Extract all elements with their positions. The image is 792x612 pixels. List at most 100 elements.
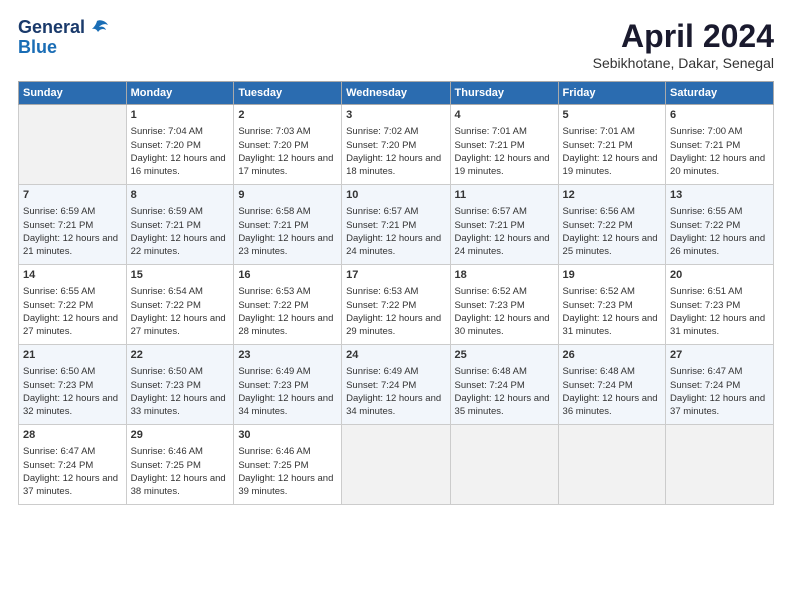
- day-info: Sunrise: 7:04 AMSunset: 7:20 PMDaylight:…: [131, 126, 226, 177]
- day-info: Sunrise: 6:58 AMSunset: 7:21 PMDaylight:…: [238, 206, 333, 257]
- calendar-week-row: 14 Sunrise: 6:55 AMSunset: 7:22 PMDayligh…: [19, 265, 774, 345]
- day-info: Sunrise: 7:01 AMSunset: 7:21 PMDaylight:…: [455, 126, 550, 177]
- day-number: 3: [346, 108, 445, 123]
- day-info: Sunrise: 7:00 AMSunset: 7:21 PMDaylight:…: [670, 126, 765, 177]
- day-number: 17: [346, 268, 445, 283]
- weekday-header-monday: Monday: [126, 82, 234, 105]
- day-info: Sunrise: 6:52 AMSunset: 7:23 PMDaylight:…: [563, 286, 658, 337]
- calendar-cell: 28 Sunrise: 6:47 AMSunset: 7:24 PMDayligh…: [19, 425, 127, 505]
- calendar-cell: 16 Sunrise: 6:53 AMSunset: 7:22 PMDayligh…: [234, 265, 342, 345]
- calendar-cell: 26Sunrise: 6:48 AMSunset: 7:24 PMDayligh…: [558, 345, 666, 425]
- weekday-header-saturday: Saturday: [666, 82, 774, 105]
- day-number: 13: [670, 188, 769, 203]
- day-info: Sunrise: 6:50 AMSunset: 7:23 PMDaylight:…: [23, 366, 118, 417]
- calendar-cell: [666, 425, 774, 505]
- day-info: Sunrise: 6:47 AMSunset: 7:24 PMDaylight:…: [670, 366, 765, 417]
- day-info: Sunrise: 7:03 AMSunset: 7:20 PMDaylight:…: [238, 126, 333, 177]
- day-info: Sunrise: 6:50 AMSunset: 7:23 PMDaylight:…: [131, 366, 226, 417]
- calendar-cell: 14 Sunrise: 6:55 AMSunset: 7:22 PMDayligh…: [19, 265, 127, 345]
- day-number: 24: [346, 348, 445, 363]
- day-number: 27: [670, 348, 769, 363]
- calendar-cell: 17Sunrise: 6:53 AMSunset: 7:22 PMDayligh…: [342, 265, 450, 345]
- calendar-week-row: 1 Sunrise: 7:04 AMSunset: 7:20 PMDaylight…: [19, 105, 774, 185]
- calendar-cell: 15Sunrise: 6:54 AMSunset: 7:22 PMDayligh…: [126, 265, 234, 345]
- calendar-week-row: 28 Sunrise: 6:47 AMSunset: 7:24 PMDayligh…: [19, 425, 774, 505]
- calendar-cell: 21 Sunrise: 6:50 AMSunset: 7:23 PMDayligh…: [19, 345, 127, 425]
- day-info: Sunrise: 6:49 AMSunset: 7:23 PMDaylight:…: [238, 366, 333, 417]
- calendar-container: General Blue April 2024 Sebikhotane, Dak…: [0, 0, 792, 515]
- weekday-header-wednesday: Wednesday: [342, 82, 450, 105]
- month-title: April 2024: [593, 18, 774, 55]
- calendar-header: General Blue April 2024 Sebikhotane, Dak…: [18, 18, 774, 71]
- day-number: 1: [131, 108, 230, 123]
- calendar-cell: [450, 425, 558, 505]
- day-number: 14: [23, 268, 122, 283]
- calendar-cell: 20Sunrise: 6:51 AMSunset: 7:23 PMDayligh…: [666, 265, 774, 345]
- day-info: Sunrise: 6:46 AMSunset: 7:25 PMDaylight:…: [131, 446, 226, 497]
- calendar-cell: [342, 425, 450, 505]
- calendar-cell: 27 Sunrise: 6:47 AMSunset: 7:24 PMDayligh…: [666, 345, 774, 425]
- day-info: Sunrise: 7:01 AMSunset: 7:21 PMDaylight:…: [563, 126, 658, 177]
- title-section: April 2024 Sebikhotane, Dakar, Senegal: [593, 18, 774, 71]
- calendar-cell: 12 Sunrise: 6:56 AMSunset: 7:22 PMDayligh…: [558, 185, 666, 265]
- day-number: 30: [238, 428, 337, 443]
- calendar-cell: 11 Sunrise: 6:57 AMSunset: 7:21 PMDayligh…: [450, 185, 558, 265]
- calendar-cell: 5Sunrise: 7:01 AMSunset: 7:21 PMDaylight…: [558, 105, 666, 185]
- day-info: Sunrise: 6:56 AMSunset: 7:22 PMDaylight:…: [563, 206, 658, 257]
- day-number: 12: [563, 188, 662, 203]
- day-info: Sunrise: 6:55 AMSunset: 7:22 PMDaylight:…: [23, 286, 118, 337]
- calendar-cell: 22 Sunrise: 6:50 AMSunset: 7:23 PMDayligh…: [126, 345, 234, 425]
- day-number: 10: [346, 188, 445, 203]
- calendar-cell: 10 Sunrise: 6:57 AMSunset: 7:21 PMDayligh…: [342, 185, 450, 265]
- weekday-header-row: SundayMondayTuesdayWednesdayThursdayFrid…: [19, 82, 774, 105]
- day-info: Sunrise: 6:59 AMSunset: 7:21 PMDaylight:…: [23, 206, 118, 257]
- calendar-cell: 8 Sunrise: 6:59 AMSunset: 7:21 PMDaylight…: [126, 185, 234, 265]
- calendar-table: SundayMondayTuesdayWednesdayThursdayFrid…: [18, 81, 774, 505]
- calendar-cell: 3Sunrise: 7:02 AMSunset: 7:20 PMDaylight…: [342, 105, 450, 185]
- day-info: Sunrise: 6:57 AMSunset: 7:21 PMDaylight:…: [346, 206, 441, 257]
- logo: General Blue: [18, 18, 108, 58]
- day-info: Sunrise: 6:46 AMSunset: 7:25 PMDaylight:…: [238, 446, 333, 497]
- day-info: Sunrise: 6:53 AMSunset: 7:22 PMDaylight:…: [238, 286, 333, 337]
- day-number: 7: [23, 188, 122, 203]
- calendar-cell: 18 Sunrise: 6:52 AMSunset: 7:23 PMDayligh…: [450, 265, 558, 345]
- day-number: 15: [131, 268, 230, 283]
- calendar-cell: 1 Sunrise: 7:04 AMSunset: 7:20 PMDaylight…: [126, 105, 234, 185]
- day-number: 16: [238, 268, 337, 283]
- logo-text: General: [18, 18, 108, 38]
- day-info: Sunrise: 6:57 AMSunset: 7:21 PMDaylight:…: [455, 206, 550, 257]
- calendar-cell: 4Sunrise: 7:01 AMSunset: 7:21 PMDaylight…: [450, 105, 558, 185]
- day-number: 29: [131, 428, 230, 443]
- calendar-cell: 9 Sunrise: 6:58 AMSunset: 7:21 PMDaylight…: [234, 185, 342, 265]
- day-number: 9: [238, 188, 337, 203]
- day-info: Sunrise: 6:47 AMSunset: 7:24 PMDaylight:…: [23, 446, 118, 497]
- day-info: Sunrise: 6:59 AMSunset: 7:21 PMDaylight:…: [131, 206, 226, 257]
- logo-blue-text: Blue: [18, 38, 108, 58]
- day-number: 2: [238, 108, 337, 123]
- weekday-header-sunday: Sunday: [19, 82, 127, 105]
- day-info: Sunrise: 6:49 AMSunset: 7:24 PMDaylight:…: [346, 366, 441, 417]
- calendar-week-row: 7 Sunrise: 6:59 AMSunset: 7:21 PMDaylight…: [19, 185, 774, 265]
- day-number: 8: [131, 188, 230, 203]
- day-info: Sunrise: 6:55 AMSunset: 7:22 PMDaylight:…: [670, 206, 765, 257]
- day-number: 18: [455, 268, 554, 283]
- calendar-cell: 13 Sunrise: 6:55 AMSunset: 7:22 PMDayligh…: [666, 185, 774, 265]
- day-number: 26: [563, 348, 662, 363]
- day-number: 25: [455, 348, 554, 363]
- weekday-header-thursday: Thursday: [450, 82, 558, 105]
- day-number: 19: [563, 268, 662, 283]
- calendar-cell: [19, 105, 127, 185]
- weekday-header-tuesday: Tuesday: [234, 82, 342, 105]
- calendar-cell: 19 Sunrise: 6:52 AMSunset: 7:23 PMDayligh…: [558, 265, 666, 345]
- calendar-cell: 30 Sunrise: 6:46 AMSunset: 7:25 PMDayligh…: [234, 425, 342, 505]
- day-info: Sunrise: 6:48 AMSunset: 7:24 PMDaylight:…: [455, 366, 550, 417]
- calendar-cell: [558, 425, 666, 505]
- weekday-header-friday: Friday: [558, 82, 666, 105]
- calendar-cell: 25 Sunrise: 6:48 AMSunset: 7:24 PMDayligh…: [450, 345, 558, 425]
- day-number: 22: [131, 348, 230, 363]
- day-info: Sunrise: 6:52 AMSunset: 7:23 PMDaylight:…: [455, 286, 550, 337]
- day-number: 6: [670, 108, 769, 123]
- day-number: 28: [23, 428, 122, 443]
- day-number: 21: [23, 348, 122, 363]
- day-number: 11: [455, 188, 554, 203]
